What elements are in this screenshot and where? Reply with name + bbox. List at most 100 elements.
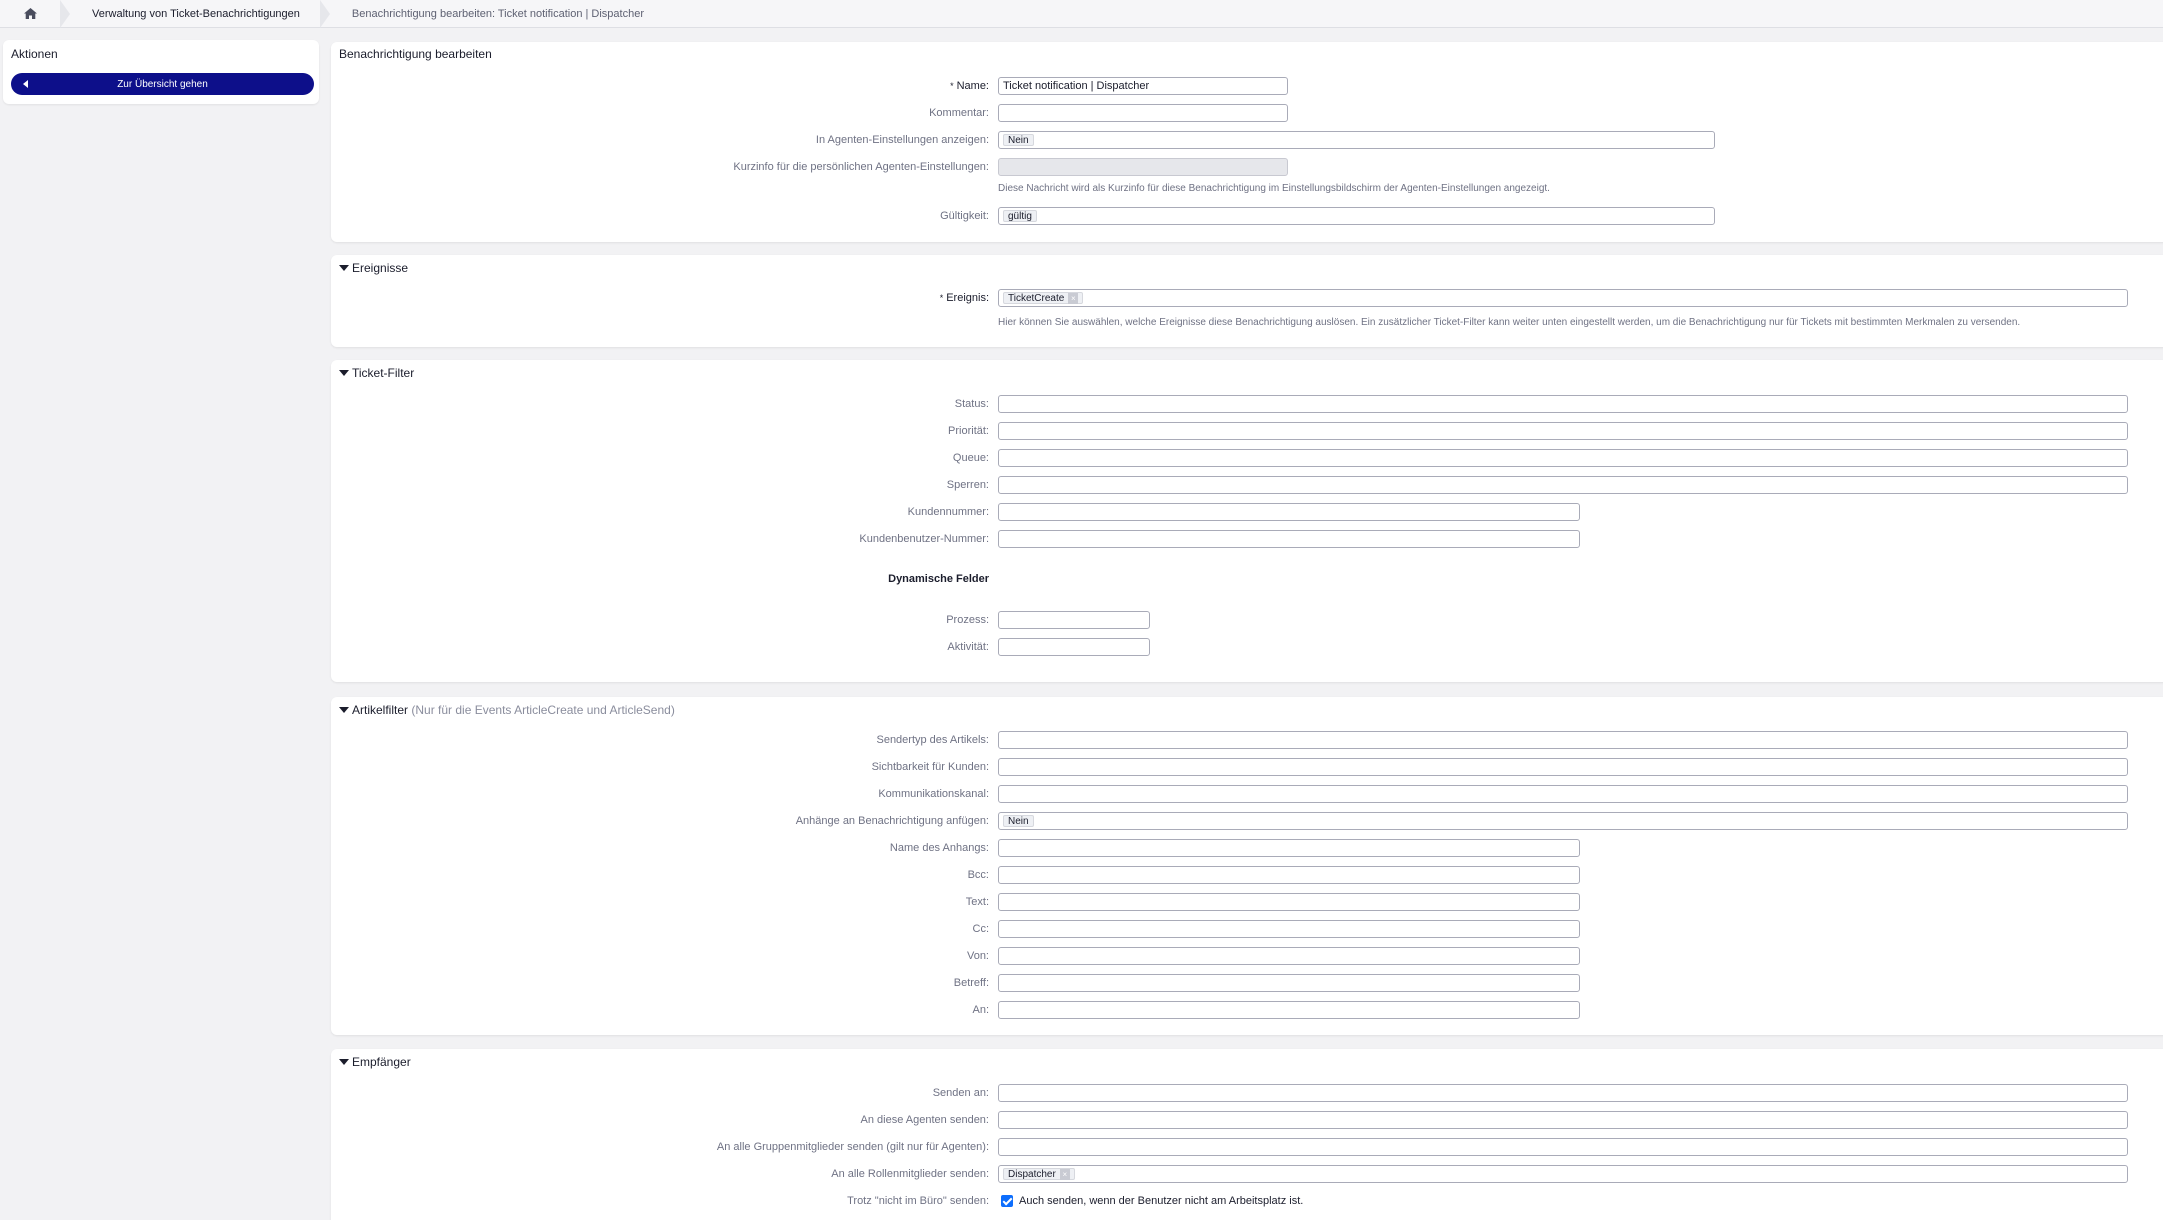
lock-label: Sperren: xyxy=(946,479,989,491)
priority-select[interactable] xyxy=(998,422,2128,440)
article-filter-widget: Artikelfilter (Nur für die Events Articl… xyxy=(331,697,2163,1035)
customer-id-row: Kundennummer: xyxy=(331,502,2163,522)
ticket-filter-title[interactable]: Ticket-Filter xyxy=(339,366,414,380)
channel-label: Kommunikationskanal: xyxy=(878,788,989,800)
breadcrumb-notification-management[interactable]: Verwaltung von Ticket-Benachrichtigungen xyxy=(70,0,320,28)
cc-label: Cc: xyxy=(972,923,990,935)
activity-select[interactable] xyxy=(998,638,1150,656)
attachment-name-row: Name des Anhangs: xyxy=(331,838,2163,858)
customer-id-label: Kundennummer: xyxy=(907,506,989,518)
text-row: Text: xyxy=(331,892,2163,912)
bcc-row: Bcc: xyxy=(331,865,2163,885)
text-input[interactable] xyxy=(998,893,1580,911)
shortinfo-row: Kurzinfo für die persönlichen Agenten-Ei… xyxy=(331,157,2163,177)
agents-row: An diese Agenten senden: xyxy=(331,1110,2163,1130)
article-filter-title[interactable]: Artikelfilter (Nur für die Events Articl… xyxy=(339,703,675,717)
to-label: An: xyxy=(972,1004,989,1016)
attach-value: Nein xyxy=(1003,815,1034,827)
collapse-triangle-icon xyxy=(339,370,349,376)
send-to-select[interactable] xyxy=(998,1084,2128,1102)
groups-label: An alle Gruppenmitglieder senden (gilt n… xyxy=(716,1141,989,1153)
breadcrumb-home[interactable] xyxy=(0,0,60,28)
validity-row: Gültigkeit: gültig xyxy=(331,206,2163,226)
show-agent-row: In Agenten-Einstellungen anzeigen: Nein xyxy=(331,130,2163,150)
attach-select[interactable]: Nein xyxy=(998,812,2128,830)
name-row: * Name: Ticket notification | Dispatcher xyxy=(331,76,2163,96)
priority-row: Priorität: xyxy=(331,421,2163,441)
customer-user-id-row: Kundenbenutzer-Nummer: xyxy=(331,529,2163,549)
from-input[interactable] xyxy=(998,947,1580,965)
bcc-label: Bcc: xyxy=(967,869,989,881)
breadcrumb-separator xyxy=(319,0,330,28)
sender-type-select[interactable] xyxy=(998,731,2128,749)
to-input[interactable] xyxy=(998,1001,1580,1019)
attachment-name-label: Name des Anhangs: xyxy=(889,842,989,854)
text-label: Text: xyxy=(965,896,989,908)
comment-row: Kommentar: xyxy=(331,103,2163,123)
events-title[interactable]: Ereignisse xyxy=(339,261,408,275)
send-to-label: Senden an: xyxy=(932,1087,989,1099)
subject-input[interactable] xyxy=(998,974,1580,992)
ooo-checkbox-label[interactable]: Auch senden, wenn der Benutzer nicht am … xyxy=(1019,1191,1303,1211)
shortinfo-hint: Diese Nachricht wird als Kurzinfo für di… xyxy=(998,183,1550,194)
sender-type-label: Sendertyp des Artikels: xyxy=(876,734,989,746)
shortinfo-input xyxy=(998,158,1288,176)
validity-select[interactable]: gültig xyxy=(998,207,1715,225)
visibility-label: Sichtbarkeit für Kunden: xyxy=(871,761,989,773)
roles-tag: Dispatcher × xyxy=(1003,1168,1075,1180)
ticket-filter-widget: Ticket-Filter Status: Priorität: Queue: … xyxy=(331,360,2163,682)
queue-row: Queue: xyxy=(331,448,2163,468)
remove-tag-icon[interactable]: × xyxy=(1059,1169,1070,1180)
roles-select[interactable]: Dispatcher × xyxy=(998,1165,2128,1183)
customer-user-id-label: Kundenbenutzer-Nummer: xyxy=(859,533,989,545)
name-input[interactable]: Ticket notification | Dispatcher xyxy=(998,77,1288,95)
cc-input[interactable] xyxy=(998,920,1580,938)
agents-select[interactable] xyxy=(998,1111,2128,1129)
lock-row: Sperren: xyxy=(331,475,2163,495)
comment-input[interactable] xyxy=(998,104,1288,122)
events-hint: Hier können Sie auswählen, welche Ereign… xyxy=(998,317,2021,328)
roles-row: An alle Rollenmitglieder senden: Dispatc… xyxy=(331,1164,2163,1184)
home-icon xyxy=(23,8,37,19)
process-row: Prozess: xyxy=(331,610,2163,630)
attach-label: Anhänge an Benachrichtigung anfügen: xyxy=(795,815,989,827)
edit-notification-widget: Benachrichtigung bearbeiten * Name: Ticke… xyxy=(331,42,2163,242)
groups-select[interactable] xyxy=(998,1138,2128,1156)
ooo-checkbox[interactable] xyxy=(1001,1195,1013,1207)
event-select[interactable]: TicketCreate × xyxy=(998,289,2128,307)
article-filter-subtitle: (Nur für die Events ArticleCreate und Ar… xyxy=(411,703,675,717)
agents-label: An diese Agenten senden: xyxy=(860,1114,989,1126)
visibility-select[interactable] xyxy=(998,758,2128,776)
events-widget: Ereignisse * Ereignis: TicketCreate × Hier… xyxy=(331,255,2163,347)
collapse-triangle-icon xyxy=(339,1059,349,1065)
status-select[interactable] xyxy=(998,395,2128,413)
lock-select[interactable] xyxy=(998,476,2128,494)
attachment-name-input[interactable] xyxy=(998,839,1580,857)
event-tag: TicketCreate × xyxy=(1003,292,1084,304)
dynamic-fields-heading: Dynamische Felder xyxy=(888,573,989,585)
status-row: Status: xyxy=(331,394,2163,414)
go-to-overview-label: Zur Übersicht gehen xyxy=(117,78,208,90)
go-to-overview-button[interactable]: Zur Übersicht gehen xyxy=(11,73,314,95)
channel-select[interactable] xyxy=(998,785,2128,803)
customer-id-input[interactable] xyxy=(998,503,1580,521)
name-label: * Name: xyxy=(950,80,989,92)
customer-user-id-input[interactable] xyxy=(998,530,1580,548)
subject-label: Betreff: xyxy=(953,977,989,989)
process-select[interactable] xyxy=(998,611,1150,629)
actions-sidebar: Aktionen Zur Übersicht gehen xyxy=(3,40,319,104)
show-agent-select[interactable]: Nein xyxy=(998,131,1715,149)
collapse-triangle-icon xyxy=(339,265,349,271)
subject-row: Betreff: xyxy=(331,973,2163,993)
shortinfo-label: Kurzinfo für die persönlichen Agenten-Ei… xyxy=(733,161,989,173)
recipients-title[interactable]: Empfänger xyxy=(339,1055,411,1069)
activity-row: Aktivität: xyxy=(331,637,2163,657)
ooo-label: Trotz "nicht im Büro" senden: xyxy=(847,1195,989,1207)
queue-select[interactable] xyxy=(998,449,2128,467)
comment-label: Kommentar: xyxy=(929,107,989,119)
cc-row: Cc: xyxy=(331,919,2163,939)
bcc-input[interactable] xyxy=(998,866,1580,884)
remove-tag-icon[interactable]: × xyxy=(1068,293,1079,304)
activity-label: Aktivität: xyxy=(947,641,989,653)
show-agent-value: Nein xyxy=(1003,134,1034,146)
